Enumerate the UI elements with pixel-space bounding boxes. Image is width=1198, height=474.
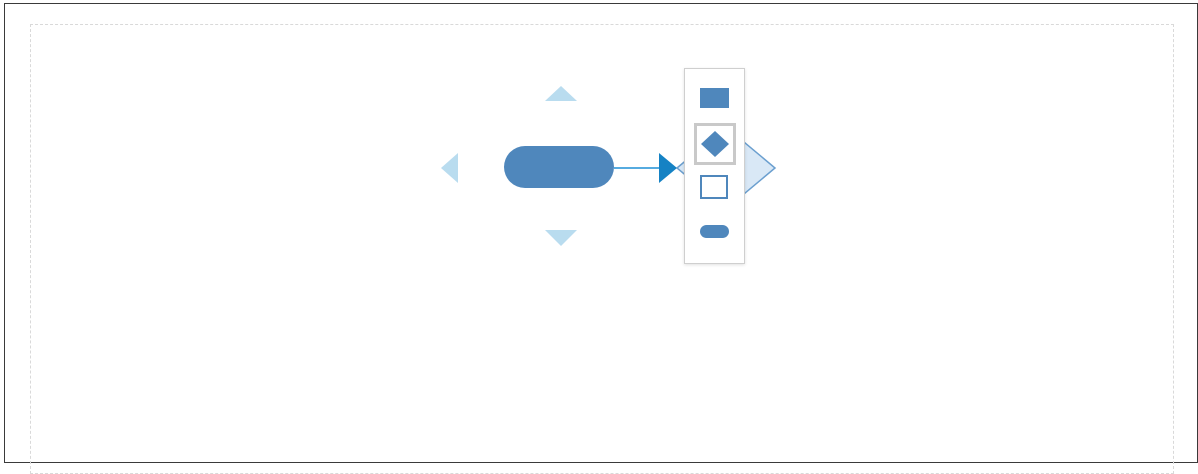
add-down-arrow-icon[interactable]	[545, 230, 577, 246]
diamond-icon	[701, 131, 729, 157]
palette-item-diamond[interactable]	[694, 123, 736, 165]
add-up-arrow-icon[interactable]	[545, 86, 577, 101]
filled-rectangle-icon	[700, 88, 729, 108]
rounded-rectangle-shape[interactable]	[504, 146, 614, 188]
palette-item-rounded-rectangle[interactable]	[694, 211, 736, 253]
shape-palette	[684, 68, 745, 264]
outlined-square-icon	[700, 175, 728, 199]
add-left-arrow-icon[interactable]	[441, 153, 458, 183]
diagram-layer	[441, 86, 777, 246]
palette-item-rectangle[interactable]	[694, 77, 736, 119]
connector-arrowhead-icon[interactable]	[659, 153, 677, 183]
palette-item-square[interactable]	[694, 167, 736, 209]
rounded-rectangle-icon	[700, 225, 729, 238]
